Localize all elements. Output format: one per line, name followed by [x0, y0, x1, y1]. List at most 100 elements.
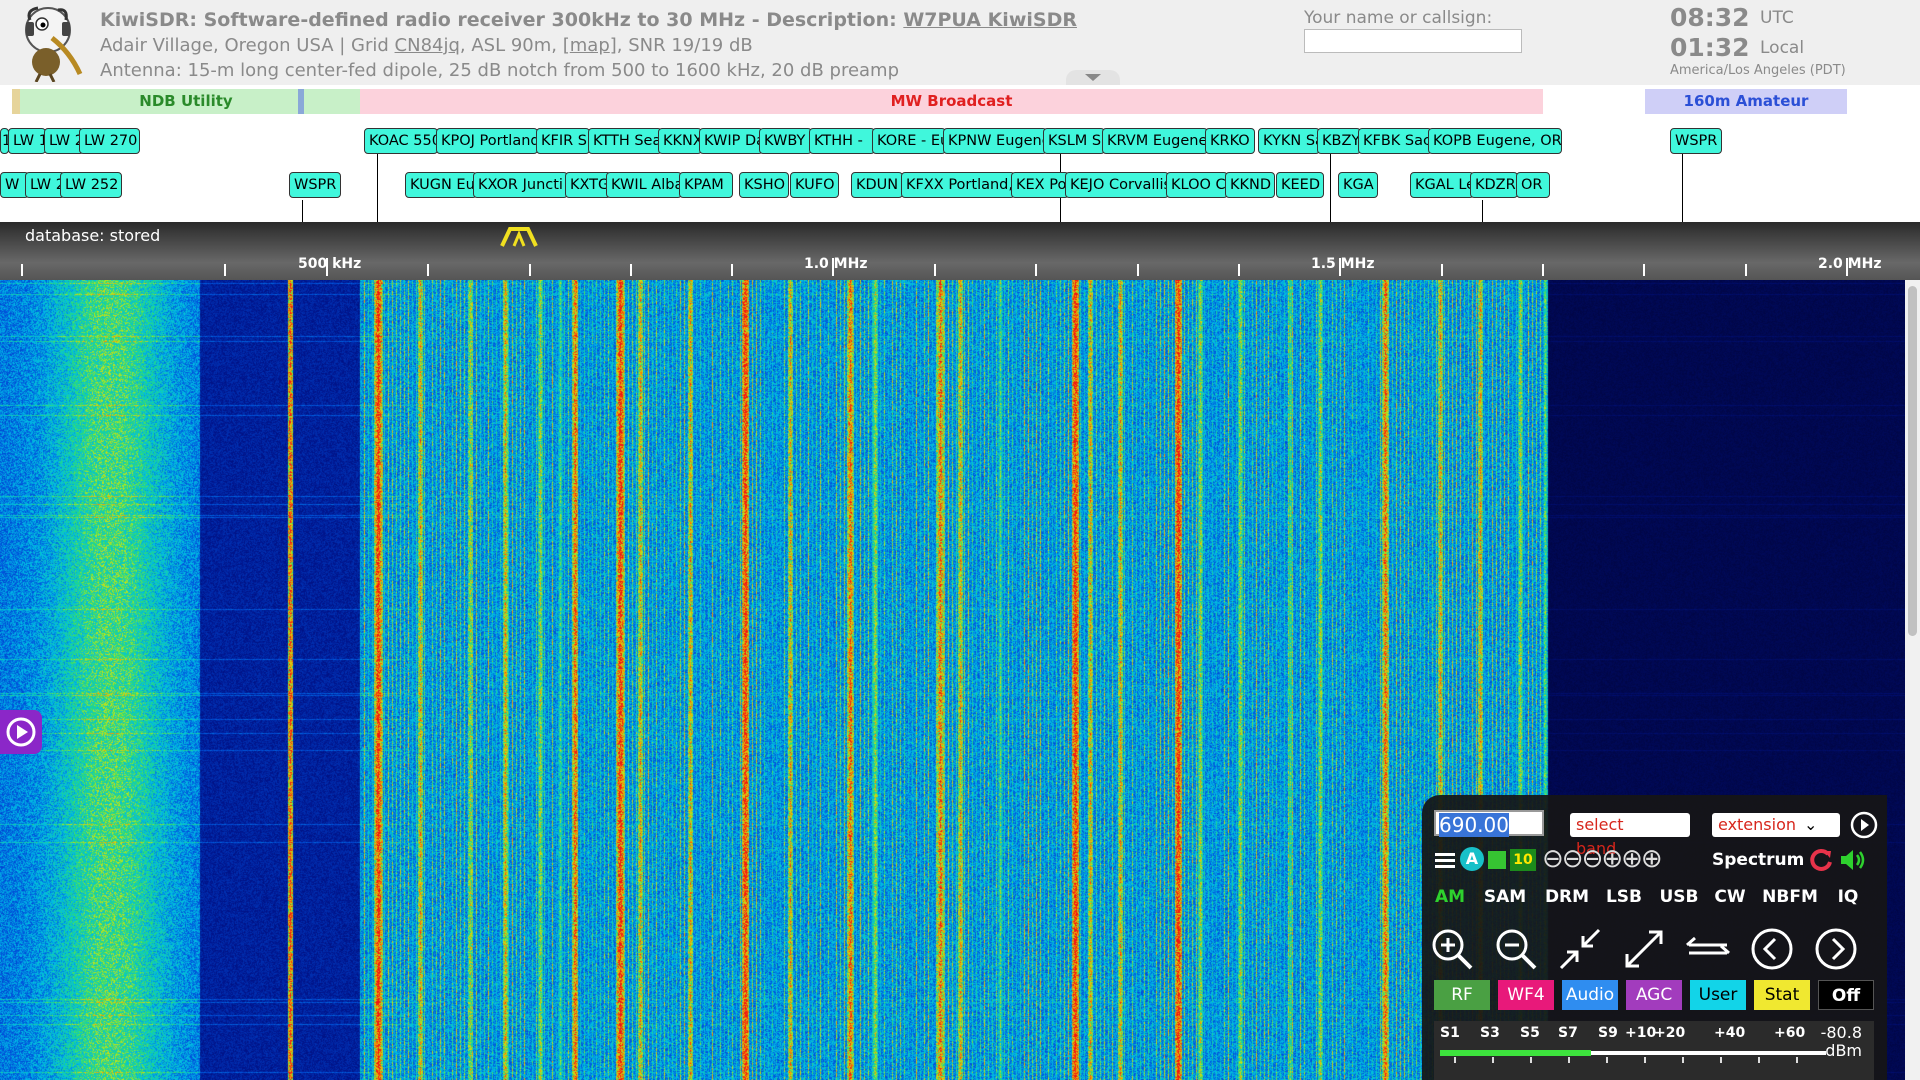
- station-label[interactable]: KEED: [1276, 172, 1324, 198]
- map-link[interactable]: map: [570, 35, 610, 56]
- smeter-label: +10: [1625, 1025, 1657, 1041]
- station-label[interactable]: OR: [1516, 172, 1550, 198]
- station-label[interactable]: KFXX Portland,: [901, 172, 1015, 198]
- prev-icon[interactable]: [1747, 924, 1797, 974]
- station-label[interactable]: KBZY: [1317, 128, 1361, 154]
- agc-tab[interactable]: AGC: [1626, 980, 1682, 1010]
- hamburger-menu-icon[interactable]: [1434, 847, 1456, 873]
- pan-icon[interactable]: [1683, 924, 1733, 974]
- station-label[interactable]: KYKN Sa: [1258, 128, 1320, 154]
- station-label[interactable]: KGAL Le: [1410, 172, 1474, 198]
- band-mw-broadcast[interactable]: MW Broadcast: [360, 89, 1543, 114]
- station-label[interactable]: KFIR S: [536, 128, 590, 154]
- station-label[interactable]: KWBY: [759, 128, 812, 154]
- mute-speaker-icon[interactable]: [1838, 847, 1868, 873]
- station-label[interactable]: KWIP Da: [699, 128, 763, 154]
- local-label: Local: [1760, 38, 1805, 58]
- zoom-out-icon[interactable]: [1491, 924, 1541, 974]
- mode-lsb-button[interactable]: LSB: [1604, 884, 1644, 910]
- station-label[interactable]: KXOR Juncti: [473, 172, 568, 198]
- frequency-scale[interactable]: database: stored 500 kHz 1.0 MHz 1.5 MHz…: [0, 222, 1920, 280]
- frequency-input[interactable]: 690.00: [1434, 810, 1544, 837]
- band-ndb-utility[interactable]: NDB Utility: [12, 89, 360, 114]
- mode-sam-button[interactable]: SAM: [1482, 884, 1528, 910]
- band-160m-amateur[interactable]: 160m Amateur: [1645, 89, 1847, 114]
- zoom-fit-icon[interactable]: [1555, 924, 1605, 974]
- mode-drm-button[interactable]: DRM: [1544, 884, 1590, 910]
- user-tab[interactable]: User: [1690, 980, 1746, 1010]
- station-label[interactable]: KRKO: [1205, 128, 1255, 154]
- station-label[interactable]: KKNX: [658, 128, 702, 154]
- label-marker: [1482, 200, 1483, 222]
- station-label[interactable]: KSHO: [739, 172, 789, 198]
- station-label[interactable]: LW 2: [25, 172, 65, 198]
- page-title: KiwiSDR: Software-defined radio receiver…: [100, 9, 1077, 31]
- reset-icon[interactable]: [1808, 847, 1834, 873]
- zoom-step-buttons[interactable]: ⊖⊖⊖⊕⊕⊕: [1542, 846, 1663, 873]
- description-link[interactable]: W7PUA KiwiSDR: [903, 9, 1077, 31]
- mode-usb-button[interactable]: USB: [1658, 884, 1700, 910]
- station-label[interactable]: KSLM Sa: [1043, 128, 1105, 154]
- station-label[interactable]: KPAM: [679, 172, 733, 198]
- mode-iq-button[interactable]: IQ: [1834, 884, 1862, 910]
- mode-cw-button[interactable]: CW: [1714, 884, 1746, 910]
- station-label[interactable]: LW 1: [8, 128, 46, 154]
- station-label[interactable]: KRVM Eugene: [1102, 128, 1208, 154]
- audio-tab[interactable]: Audio: [1562, 980, 1618, 1010]
- play-icon[interactable]: [0, 710, 42, 754]
- station-label[interactable]: KWIL Alba: [606, 172, 682, 198]
- station-label[interactable]: KDUN: [851, 172, 903, 198]
- scale-label: 1.0 MHz: [804, 256, 868, 272]
- auto-scale-icon[interactable]: [1488, 851, 1506, 869]
- station-label[interactable]: KTHH -: [809, 128, 875, 154]
- signal-dbm-value: -80.8: [1820, 1023, 1862, 1042]
- mode-am-button[interactable]: AM: [1434, 884, 1466, 910]
- select-band-dropdown[interactable]: select band: [1570, 813, 1690, 858]
- station-label[interactable]: KGA: [1338, 172, 1378, 198]
- grid-link[interactable]: CN84jq: [395, 35, 460, 56]
- station-label[interactable]: KXTG: [565, 172, 611, 198]
- station-label[interactable]: KEJO Corvallis: [1065, 172, 1169, 198]
- kiwi-logo-icon[interactable]: [18, 2, 84, 82]
- callsign-input[interactable]: [1304, 29, 1522, 53]
- scrollbar-thumb[interactable]: [1908, 286, 1917, 636]
- station-label[interactable]: LW 2: [44, 128, 84, 154]
- station-label[interactable]: KDZR: [1470, 172, 1518, 198]
- utc-label: UTC: [1760, 8, 1794, 28]
- station-label[interactable]: KTTH Sea: [588, 128, 662, 154]
- step-badge[interactable]: 10: [1510, 849, 1536, 871]
- extension-dropdown[interactable]: extension: [1712, 813, 1840, 837]
- station-label[interactable]: KUFO: [790, 172, 839, 198]
- rf-tab[interactable]: RF: [1434, 980, 1490, 1010]
- station-label[interactable]: WSPR: [289, 172, 341, 198]
- scale-label: 1.5 MHz: [1311, 256, 1375, 272]
- station-label[interactable]: KFBK Sac: [1358, 128, 1432, 154]
- passband-marker-icon[interactable]: [500, 226, 538, 248]
- station-label[interactable]: KOPB Eugene, OR: [1428, 128, 1562, 154]
- station-label[interactable]: WSPR: [1670, 128, 1722, 154]
- station-label[interactable]: LW 252: [60, 172, 122, 198]
- station-label[interactable]: KUGN Eu: [405, 172, 477, 198]
- station-label[interactable]: KPNW Eugene: [943, 128, 1047, 154]
- mode-nbfm-button[interactable]: NBFM: [1762, 884, 1818, 910]
- collapse-header-button[interactable]: [1066, 70, 1120, 85]
- waterfall-scrollbar[interactable]: [1905, 280, 1920, 1080]
- station-label[interactable]: KORE - Eu: [872, 128, 946, 154]
- next-icon[interactable]: [1849, 810, 1879, 840]
- next-page-icon[interactable]: [1811, 924, 1861, 974]
- station-label[interactable]: KKND: [1225, 172, 1275, 198]
- auto-agc-badge[interactable]: A: [1460, 847, 1484, 871]
- station-label[interactable]: KPOJ Portland: [436, 128, 538, 154]
- station-label[interactable]: KOAC 550: [364, 128, 438, 154]
- zoom-max-icon[interactable]: [1619, 924, 1669, 974]
- smeter-label: S5: [1520, 1025, 1540, 1041]
- station-label[interactable]: KEX Po: [1011, 172, 1069, 198]
- spectrum-button[interactable]: Spectrum: [1712, 847, 1804, 873]
- station-label[interactable]: KLOO Co: [1166, 172, 1228, 198]
- off-tab[interactable]: Off: [1818, 980, 1874, 1010]
- zoom-in-icon[interactable]: [1427, 924, 1477, 974]
- location-line: Adair Village, Oregon USA | Grid CN84jq,…: [100, 35, 753, 56]
- stat-tab[interactable]: Stat: [1754, 980, 1810, 1010]
- station-label[interactable]: LW 270: [79, 128, 140, 154]
- wf-tab[interactable]: WF4: [1498, 980, 1554, 1010]
